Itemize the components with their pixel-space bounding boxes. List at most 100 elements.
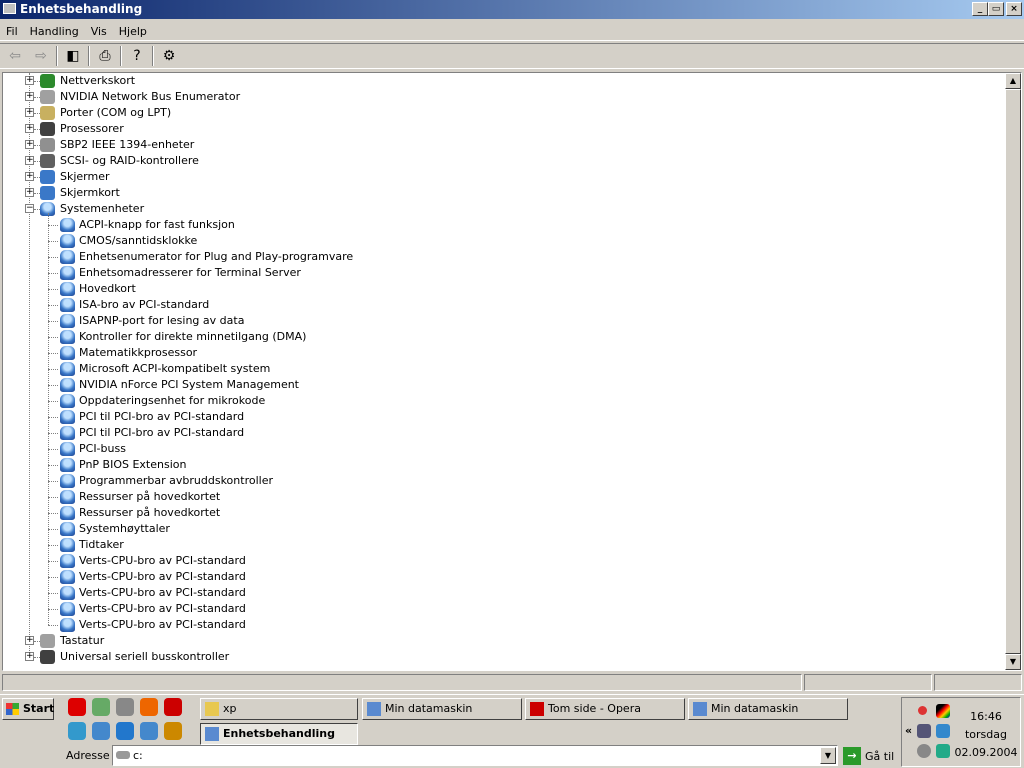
tree-node[interactable]: − Systemenheter — [3, 201, 993, 217]
tree-leaf[interactable]: NVIDIA nForce PCI System Management — [3, 377, 993, 393]
tree-node[interactable]: + SBP2 IEEE 1394-enheter — [3, 137, 993, 153]
status-pane — [804, 674, 932, 691]
show-hide-tree-button[interactable]: ◧ — [62, 46, 84, 66]
expand-icon[interactable]: + — [25, 76, 34, 85]
close-button[interactable]: × — [1006, 2, 1022, 16]
expand-icon[interactable]: + — [25, 172, 34, 181]
tree-node[interactable]: + Porter (COM og LPT) — [3, 105, 993, 121]
system-device-icon — [60, 362, 75, 376]
tree-leaf[interactable]: ACPI-knapp for fast funksjon — [3, 217, 993, 233]
tree-node[interactable]: + Skjermer — [3, 169, 993, 185]
taskbar-button[interactable]: Enhetsbehandling — [200, 723, 358, 745]
display-settings-icon[interactable] — [936, 704, 950, 718]
tree-leaf[interactable]: PnP BIOS Extension — [3, 457, 993, 473]
menu-bar: Fil Handling Vis Hjelp — [0, 22, 1024, 41]
tree-leaf[interactable]: Matematikkprosessor — [3, 345, 993, 361]
tree-leaf[interactable]: Tidtaker — [3, 537, 993, 553]
network-icon[interactable] — [917, 724, 931, 738]
collapse-icon[interactable]: − — [25, 204, 34, 213]
start-button[interactable]: Start — [2, 698, 54, 720]
outlook-icon[interactable] — [140, 722, 158, 740]
expand-icon[interactable]: + — [25, 188, 34, 197]
tree-node[interactable]: + Prosessorer — [3, 121, 993, 137]
vertical-scrollbar[interactable]: ▲ ▼ — [1005, 73, 1021, 670]
print-button[interactable]: ⎙ — [94, 46, 116, 66]
system-device-icon — [60, 458, 75, 472]
tool-icon[interactable] — [164, 722, 182, 740]
firefox-icon[interactable] — [140, 698, 158, 716]
tree-leaf[interactable]: Verts-CPU-bro av PCI-standard — [3, 617, 993, 633]
tree-leaf[interactable]: Oppdateringsenhet for mikrokode — [3, 393, 993, 409]
back-button[interactable]: ⇦ — [4, 46, 26, 66]
menu-vis[interactable]: Vis — [85, 22, 113, 40]
tree-node[interactable]: + Skjermkort — [3, 185, 993, 201]
tree-leaf[interactable]: Verts-CPU-bro av PCI-standard — [3, 553, 993, 569]
tree-leaf[interactable]: Enhetsenumerator for Plug and Play-progr… — [3, 249, 993, 265]
tree-leaf[interactable]: ISAPNP-port for lesing av data — [3, 313, 993, 329]
scroll-thumb[interactable] — [1005, 89, 1021, 654]
tree-connector — [48, 529, 58, 530]
messenger-icon[interactable] — [936, 724, 950, 738]
music-icon[interactable] — [92, 698, 110, 716]
taskbar-button[interactable]: Min datamaskin — [688, 698, 848, 720]
tree-leaf[interactable]: CMOS/sanntidsklokke — [3, 233, 993, 249]
expand-icon[interactable]: + — [25, 92, 34, 101]
tree-node[interactable]: + NVIDIA Network Bus Enumerator — [3, 89, 993, 105]
tree-leaf[interactable]: Ressurser på hovedkortet — [3, 505, 993, 521]
volume-icon[interactable] — [917, 744, 931, 758]
maximize-button[interactable]: ▭ — [988, 2, 1004, 16]
address-dropdown-button[interactable]: ▼ — [820, 747, 836, 764]
tree-node-label: Tastatur — [60, 634, 105, 647]
menu-hjelp[interactable]: Hjelp — [113, 22, 153, 40]
scroll-down-button[interactable]: ▼ — [1005, 654, 1021, 670]
tree-node[interactable]: + Universal seriell busskontroller — [3, 649, 993, 665]
menu-fil[interactable]: Fil — [0, 22, 24, 40]
taskbar-button[interactable]: xp — [200, 698, 358, 720]
tree-node[interactable]: + Nettverkskort — [3, 73, 993, 89]
tree-leaf[interactable]: Verts-CPU-bro av PCI-standard — [3, 585, 993, 601]
tree-leaf[interactable]: Enhetsomadresserer for Terminal Server — [3, 265, 993, 281]
tree-leaf[interactable]: PCI til PCI-bro av PCI-standard — [3, 409, 993, 425]
tray-expand-button[interactable]: « — [905, 724, 912, 737]
tree-leaf[interactable]: Programmerbar avbruddskontroller — [3, 473, 993, 489]
calendar-icon[interactable] — [116, 698, 134, 716]
tree-leaf[interactable]: Ressurser på hovedkortet — [3, 489, 993, 505]
forward-button[interactable]: ⇨ — [30, 46, 52, 66]
tree-leaf-label: PCI-buss — [79, 442, 126, 455]
expand-icon[interactable]: + — [25, 108, 34, 117]
expand-icon[interactable]: + — [25, 636, 34, 645]
tree-node[interactable]: + SCSI- og RAID-kontrollere — [3, 153, 993, 169]
tree-leaf[interactable]: Microsoft ACPI-kompatibelt system — [3, 361, 993, 377]
minimize-button[interactable]: _ — [972, 2, 988, 16]
scroll-up-button[interactable]: ▲ — [1005, 73, 1021, 89]
system-device-icon — [60, 570, 75, 584]
taskbar-button[interactable]: Min datamaskin — [362, 698, 522, 720]
tree-leaf[interactable]: ISA-bro av PCI-standard — [3, 297, 993, 313]
go-button[interactable]: → Gå til — [843, 747, 894, 765]
tray-app-icon[interactable] — [918, 706, 927, 715]
menu-handling[interactable]: Handling — [24, 22, 85, 40]
taskbar-button[interactable]: Tom side - Opera — [525, 698, 685, 720]
tree-leaf[interactable]: Kontroller for direkte minnetilgang (DMA… — [3, 329, 993, 345]
tree-leaf[interactable]: Verts-CPU-bro av PCI-standard — [3, 569, 993, 585]
tree-node[interactable]: + Tastatur — [3, 633, 993, 649]
dc-icon[interactable] — [68, 698, 86, 716]
tree-leaf[interactable]: Verts-CPU-bro av PCI-standard — [3, 601, 993, 617]
notepad-icon[interactable] — [92, 722, 110, 740]
properties-button[interactable]: ⚙ — [158, 46, 180, 66]
tree-leaf[interactable]: PCI-buss — [3, 441, 993, 457]
tree-leaf[interactable]: Systemhøyttaler — [3, 521, 993, 537]
tree-leaf[interactable]: Hovedkort — [3, 281, 993, 297]
expand-icon[interactable]: + — [25, 652, 34, 661]
tray-app-icon[interactable] — [936, 744, 950, 758]
clock-time[interactable]: 16:46 — [954, 710, 1018, 723]
tree-leaf[interactable]: PCI til PCI-bro av PCI-standard — [3, 425, 993, 441]
quicktime-icon[interactable] — [68, 722, 86, 740]
address-input[interactable]: c: ▼ — [112, 745, 838, 766]
expand-icon[interactable]: + — [25, 156, 34, 165]
opera-icon[interactable] — [164, 698, 182, 716]
expand-icon[interactable]: + — [25, 140, 34, 149]
help-button[interactable]: ? — [126, 46, 148, 66]
ie-icon[interactable] — [116, 722, 134, 740]
expand-icon[interactable]: + — [25, 124, 34, 133]
